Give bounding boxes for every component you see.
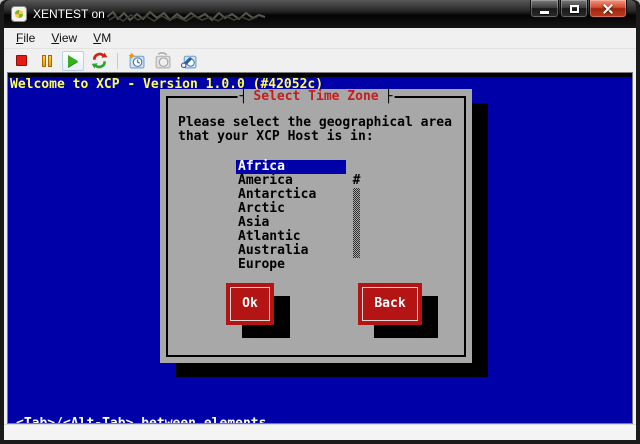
listbox-item-europe[interactable]: Europe bbox=[236, 258, 346, 272]
prompt-line-2: that your XCP Host is in: bbox=[178, 129, 374, 144]
close-button[interactable] bbox=[589, 0, 627, 18]
timezone-listbox: Africa America Antarctica Arctic Asia At… bbox=[236, 160, 346, 272]
listbox-item-asia[interactable]: Asia bbox=[236, 216, 346, 230]
border-tick-right: ├ bbox=[384, 89, 393, 104]
reboot-icon bbox=[91, 52, 107, 69]
revert-snapshot-icon-disabled bbox=[155, 52, 170, 69]
scrollbar-track[interactable] bbox=[353, 188, 360, 258]
window-title: XENTEST on bbox=[33, 7, 105, 21]
maximize-button[interactable] bbox=[560, 0, 588, 18]
toolbar-separator bbox=[117, 52, 118, 69]
ok-button-wrap: Ok bbox=[226, 283, 290, 338]
prompt-line-1: Please select the geographical area bbox=[178, 115, 452, 130]
revert-snapshot-button[interactable] bbox=[151, 51, 173, 71]
help-bar: <Tab>/<Alt-Tab> between elements ¦ ¦ <F1… bbox=[8, 403, 632, 424]
take-snapshot-icon bbox=[128, 52, 144, 69]
stop-icon bbox=[15, 55, 27, 66]
dialog-title: ┤ Select Time Zone ├ bbox=[237, 89, 395, 104]
pause-icon bbox=[42, 54, 52, 67]
minimize-icon bbox=[540, 10, 549, 14]
listbox-item-africa[interactable]: Africa bbox=[236, 160, 346, 174]
listbox-item-australia[interactable]: Australia bbox=[236, 244, 346, 258]
listbox-item-antarctica[interactable]: Antarctica bbox=[236, 188, 346, 202]
window-controls bbox=[529, 0, 627, 18]
listbox-item-atlantic[interactable]: Atlantic bbox=[236, 230, 346, 244]
menu-item-vm[interactable]: VM bbox=[85, 29, 119, 47]
close-icon bbox=[602, 3, 614, 14]
console-screen[interactable]: Welcome to XCP - Version 1.0.0 (#42052c)… bbox=[8, 73, 632, 423]
vm-console-window: XENTEST on File View VM Welcome to XCP -… bbox=[0, 0, 640, 444]
shutdown-button[interactable] bbox=[10, 51, 32, 71]
statusbar bbox=[4, 424, 636, 440]
redacted-title-scribble bbox=[106, 10, 266, 22]
menu-item-file[interactable]: File bbox=[8, 29, 43, 47]
listbox-item-arctic[interactable]: Arctic bbox=[236, 202, 346, 216]
menubar: File View VM bbox=[4, 28, 636, 49]
snapshot-manager-button[interactable] bbox=[177, 51, 199, 71]
help-text-tab: <Tab>/<Alt-Tab> between elements bbox=[16, 417, 266, 424]
client-area: File View VM Welcome to XCP - Version 1.… bbox=[4, 28, 636, 440]
pause-button[interactable] bbox=[36, 51, 58, 71]
back-button[interactable]: Back bbox=[358, 283, 422, 325]
xencenter-app-icon bbox=[11, 6, 27, 22]
toolbar bbox=[4, 49, 636, 72]
snapshot-manager-icon bbox=[180, 55, 196, 69]
ok-button[interactable]: Ok bbox=[226, 283, 274, 325]
menu-item-view[interactable]: View bbox=[43, 29, 85, 47]
titlebar[interactable]: XENTEST on bbox=[4, 0, 636, 28]
back-button-wrap: Back bbox=[358, 283, 438, 338]
listbox-item-america[interactable]: America bbox=[236, 174, 346, 188]
maximize-icon bbox=[569, 4, 579, 13]
take-snapshot-button[interactable] bbox=[125, 51, 147, 71]
resume-button[interactable] bbox=[62, 50, 84, 71]
minimize-button[interactable] bbox=[530, 0, 559, 18]
border-tick-left: ┤ bbox=[239, 89, 248, 104]
play-icon bbox=[68, 54, 78, 67]
force-reboot-button[interactable] bbox=[88, 51, 110, 71]
scrollbar-thumb[interactable]: # bbox=[352, 174, 361, 188]
dialog-title-text: Select Time Zone bbox=[253, 89, 379, 104]
timezone-dialog: ┤ Select Time Zone ├ Please select the geo… bbox=[160, 89, 472, 363]
console-frame: Welcome to XCP - Version 1.0.0 (#42052c)… bbox=[7, 72, 633, 424]
